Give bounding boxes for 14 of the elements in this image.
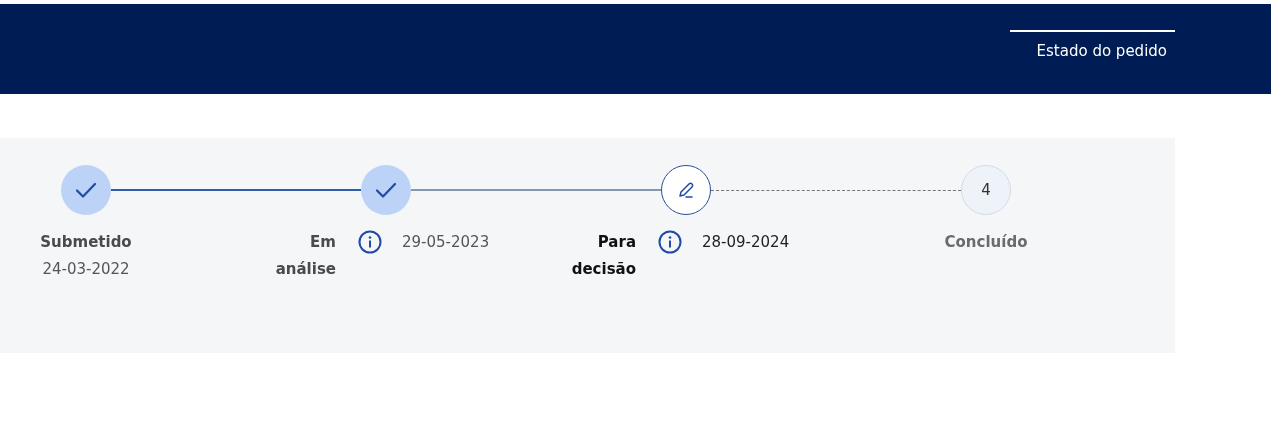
check-icon <box>361 165 411 215</box>
step-label: Em análise <box>274 232 336 280</box>
info-icon[interactable] <box>658 230 682 254</box>
step-number: 4 <box>961 165 1011 215</box>
step-label: Concluído <box>943 232 1029 253</box>
step-date: 28-09-2024 <box>702 232 790 253</box>
step-date: 29-05-2023 <box>402 232 490 253</box>
step-label: Submetido <box>39 232 133 253</box>
step-date: 24-03-2022 <box>41 259 131 280</box>
tab[interactable]: Estado do pedido <box>1010 30 1175 60</box>
info-icon[interactable] <box>358 230 382 254</box>
step-label: Para decisão <box>570 232 636 280</box>
pencil-icon <box>661 165 711 215</box>
check-icon <box>61 165 111 215</box>
